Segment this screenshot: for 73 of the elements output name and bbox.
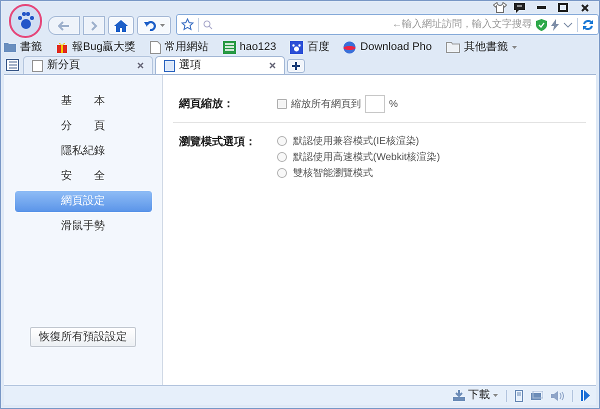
forward-chevron-icon (90, 20, 98, 30)
bookmark-link[interactable]: hao123 (240, 38, 276, 56)
address-input[interactable]: ←輸入網址訪問，輸入文字搜尋 (217, 17, 532, 32)
speech-bubble-icon (514, 2, 524, 12)
tab-title: 選項 (179, 58, 202, 74)
radio-label: 默認使用高速模式(Webkit核渲染) (293, 150, 440, 164)
window-icon[interactable] (531, 391, 543, 400)
maximize-icon (558, 3, 568, 12)
undo-button[interactable] (137, 16, 172, 35)
sidebar-toggle-button[interactable] (4, 57, 21, 72)
zoom-input[interactable] (365, 95, 385, 113)
star-icon[interactable] (181, 18, 194, 31)
settings-page-icon (164, 60, 175, 72)
caret-icon (160, 24, 165, 27)
grid-icon (222, 40, 236, 54)
reset-defaults-button[interactable]: 恢復所有預設設定 (30, 327, 136, 347)
sidebar-item[interactable]: 基 本 (14, 91, 152, 112)
chevron-down-icon[interactable] (563, 22, 573, 28)
caret-icon (512, 46, 517, 48)
home-icon (114, 20, 128, 32)
tab-title: 新分頁 (47, 58, 81, 74)
folder-icon (4, 42, 16, 52)
shield-icon (536, 18, 547, 30)
close-icon[interactable] (269, 62, 276, 69)
paw-icon (16, 11, 36, 31)
sidebar-item[interactable]: 隱私紀錄 (14, 141, 152, 162)
new-tab-button[interactable] (287, 59, 305, 73)
caret-icon (493, 394, 498, 397)
bookmark-link[interactable]: 書籤 (20, 38, 42, 56)
sidebar-item[interactable]: 滑鼠手勢 (14, 216, 152, 237)
plus-icon (292, 62, 300, 70)
download-icon (453, 390, 465, 401)
list-icon (6, 58, 19, 70)
radio-button[interactable] (277, 136, 287, 146)
minimize-icon (536, 6, 546, 9)
checkbox-label: 縮放所有網頁到 (291, 98, 361, 112)
lightning-icon (551, 18, 559, 30)
bookmark-link[interactable]: Download Pho (360, 38, 432, 56)
back-arrow-icon (58, 20, 70, 30)
page-icon (150, 40, 161, 54)
address-bar[interactable]: ←輸入網址訪問，輸入文字搜尋 (176, 14, 599, 35)
browser-tab[interactable]: 選項 (155, 56, 285, 74)
zoom-checkbox[interactable] (277, 99, 287, 109)
bookmark-link[interactable]: 報Bug贏大獎 (72, 38, 136, 56)
play-icon[interactable] (581, 390, 590, 401)
close-icon[interactable] (137, 62, 144, 69)
percent-sign: % (389, 98, 398, 112)
undo-icon (144, 20, 156, 31)
home-button[interactable] (108, 16, 134, 35)
page-icon (32, 60, 43, 72)
device-icon[interactable] (515, 390, 523, 402)
gift-icon (56, 41, 68, 53)
shirt-icon[interactable] (493, 2, 507, 13)
browser-tab[interactable]: 新分頁 (23, 56, 153, 74)
bookmark-link[interactable]: 百度 (307, 38, 330, 56)
close-icon (581, 4, 589, 12)
sidebar-item[interactable]: 分 頁 (14, 116, 152, 137)
refresh-icon[interactable] (582, 18, 594, 30)
bookmark-link[interactable]: 常用網站 (164, 38, 209, 56)
paw-icon (290, 40, 304, 54)
radio-label: 默認使用兼容模式(IE核渲染) (293, 134, 420, 148)
mode-label: 瀏覽模式選項： (178, 134, 257, 150)
browser-logo[interactable] (9, 4, 42, 38)
bookmark-link[interactable]: 其他書籤 (464, 38, 508, 56)
search-icon (203, 20, 214, 30)
globe-icon (343, 40, 356, 54)
sidebar-item[interactable]: 安 全 (14, 166, 152, 187)
radio-label: 雙核智能瀏覽模式 (293, 166, 373, 180)
folder-icon (446, 42, 460, 52)
zoom-label: 網頁縮放： (178, 96, 235, 112)
radio-button[interactable] (277, 152, 287, 162)
radio-button[interactable] (277, 168, 287, 178)
download-button[interactable]: 下載 (453, 387, 498, 404)
